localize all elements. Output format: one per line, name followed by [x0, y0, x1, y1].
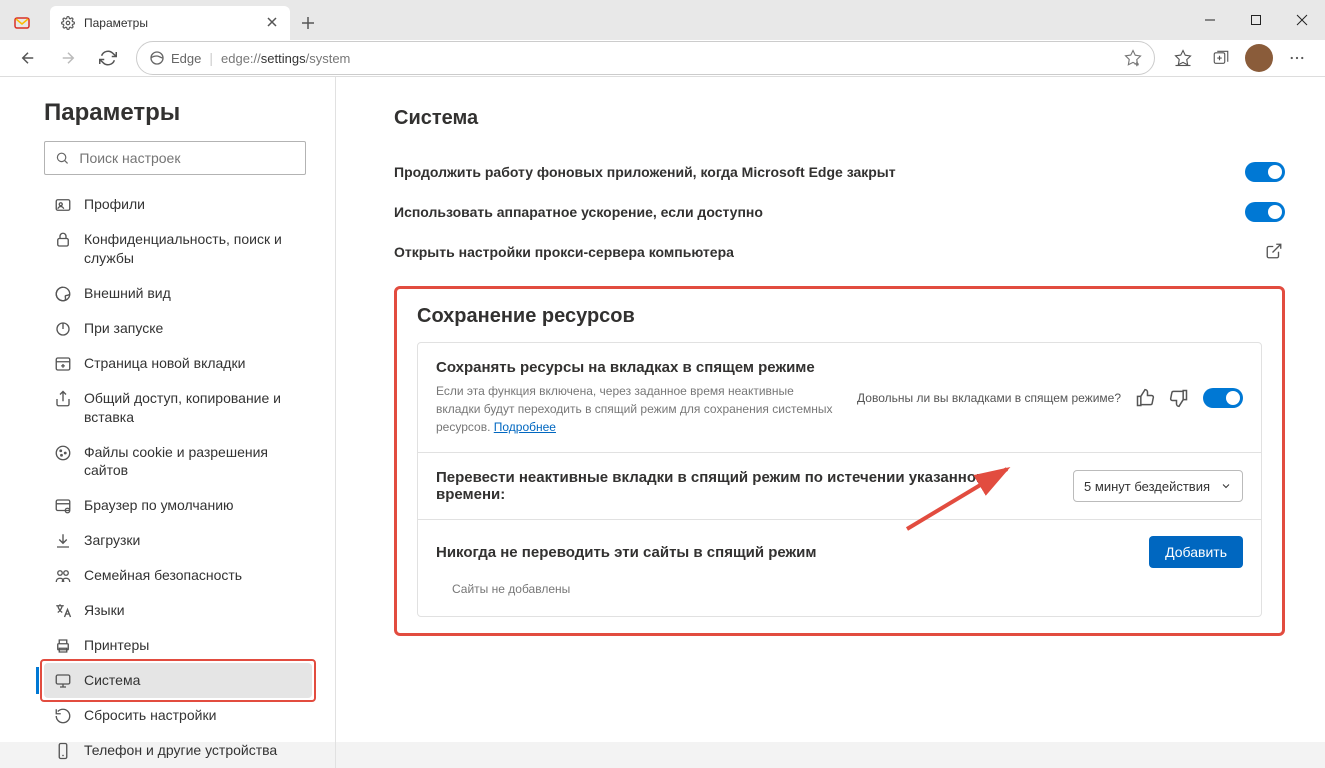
edge-icon: [149, 50, 165, 66]
gear-icon: [60, 15, 76, 31]
search-input[interactable]: [44, 141, 306, 175]
toggle-background-apps[interactable]: [1245, 162, 1285, 182]
sidebar-item-appearance[interactable]: Внешний вид: [44, 276, 316, 311]
new-tab-button[interactable]: [294, 9, 322, 37]
sidebar-item-share[interactable]: Общий доступ, копирование и вставка: [44, 381, 316, 435]
forward-button[interactable]: [50, 40, 86, 76]
chevron-down-icon: [1220, 480, 1232, 492]
url-text: edge://settings/system: [221, 51, 350, 66]
sidebar-item-profiles[interactable]: Профили: [44, 187, 316, 222]
back-button[interactable]: [10, 40, 46, 76]
setting-hardware-accel: Использовать аппаратное ускорение, если …: [394, 192, 1285, 232]
sidebar-item-reset[interactable]: Сбросить настройки: [44, 698, 316, 733]
sidebar-item-default[interactable]: Браузер по умолчанию: [44, 488, 316, 523]
close-icon[interactable]: [266, 16, 280, 30]
addr-prefix-text: Edge: [171, 51, 201, 66]
sidebar-item-system[interactable]: Система: [44, 663, 312, 698]
sidebar-item-newtab[interactable]: Страница новой вкладки: [44, 346, 316, 381]
address-bar[interactable]: Edge | edge://settings/system: [136, 41, 1155, 75]
setting-proxy[interactable]: Открыть настройки прокси-сервера компьют…: [394, 232, 1285, 272]
resource-title: Сохранение ресурсов: [417, 305, 1262, 328]
timeout-dropdown[interactable]: 5 минут бездействия: [1073, 470, 1243, 502]
sidebar-item-languages[interactable]: Языки: [44, 593, 316, 628]
sidebar-title: Параметры: [44, 99, 316, 127]
external-link-icon: [1265, 242, 1285, 262]
close-window-button[interactable]: [1279, 0, 1325, 40]
search-icon: [55, 150, 69, 166]
sidebar-item-privacy[interactable]: Конфиденциальность, поиск и службы: [44, 222, 316, 276]
toggle-hardware-accel[interactable]: [1245, 202, 1285, 222]
refresh-button[interactable]: [90, 40, 126, 76]
setting-background-apps: Продолжить работу фоновых приложений, ко…: [394, 152, 1285, 192]
sidebar-item-cookies[interactable]: Файлы cookie и разрешения сайтов: [44, 435, 316, 489]
no-sites-text: Сайты не добавлены: [436, 568, 1243, 600]
titlebar: Параметры: [0, 0, 1325, 40]
settings-main: Система Продолжить работу фоновых прилож…: [336, 77, 1325, 768]
avatar[interactable]: [1241, 40, 1277, 76]
sleep-desc: Если эта функция включена, через заданно…: [436, 382, 836, 436]
sidebar-item-family[interactable]: Семейная безопасность: [44, 558, 316, 593]
sidebar-item-printers[interactable]: Принтеры: [44, 628, 316, 663]
browser-toolbar: Edge | edge://settings/system: [0, 40, 1325, 77]
collections-icon[interactable]: [1203, 40, 1239, 76]
sidebar-item-downloads[interactable]: Загрузки: [44, 523, 316, 558]
favorite-icon[interactable]: [1124, 49, 1142, 67]
feedback-question: Довольны ли вы вкладками в спящем режиме…: [857, 391, 1121, 405]
annotation-arrow: [897, 459, 1027, 539]
learn-more-link[interactable]: Подробнее: [494, 420, 556, 434]
favorites-icon[interactable]: [1165, 40, 1201, 76]
sidebar-item-startup[interactable]: При запуске: [44, 311, 316, 346]
thumbs-up-icon[interactable]: [1135, 388, 1155, 408]
never-sleep-label: Никогда не переводить эти сайты в спящий…: [436, 544, 816, 561]
minimize-button[interactable]: [1187, 0, 1233, 40]
maximize-button[interactable]: [1233, 0, 1279, 40]
browser-tab[interactable]: Параметры: [50, 6, 290, 40]
thumbs-down-icon[interactable]: [1169, 388, 1189, 408]
more-icon[interactable]: [1279, 40, 1315, 76]
resource-highlight: Сохранение ресурсов Сохранять ресурсы на…: [394, 286, 1285, 636]
sleep-title: Сохранять ресурсы на вкладках в спящем р…: [436, 359, 841, 376]
section-title: Система: [394, 107, 1285, 130]
toggle-sleeping-tabs[interactable]: [1203, 388, 1243, 408]
app-icon: [14, 15, 30, 31]
add-button[interactable]: Добавить: [1149, 536, 1243, 568]
sidebar-item-phone[interactable]: Телефон и другие устройства: [44, 733, 316, 768]
settings-sidebar: Параметры Профили Конфиденциальность, по…: [0, 77, 332, 768]
tab-title: Параметры: [84, 16, 258, 30]
